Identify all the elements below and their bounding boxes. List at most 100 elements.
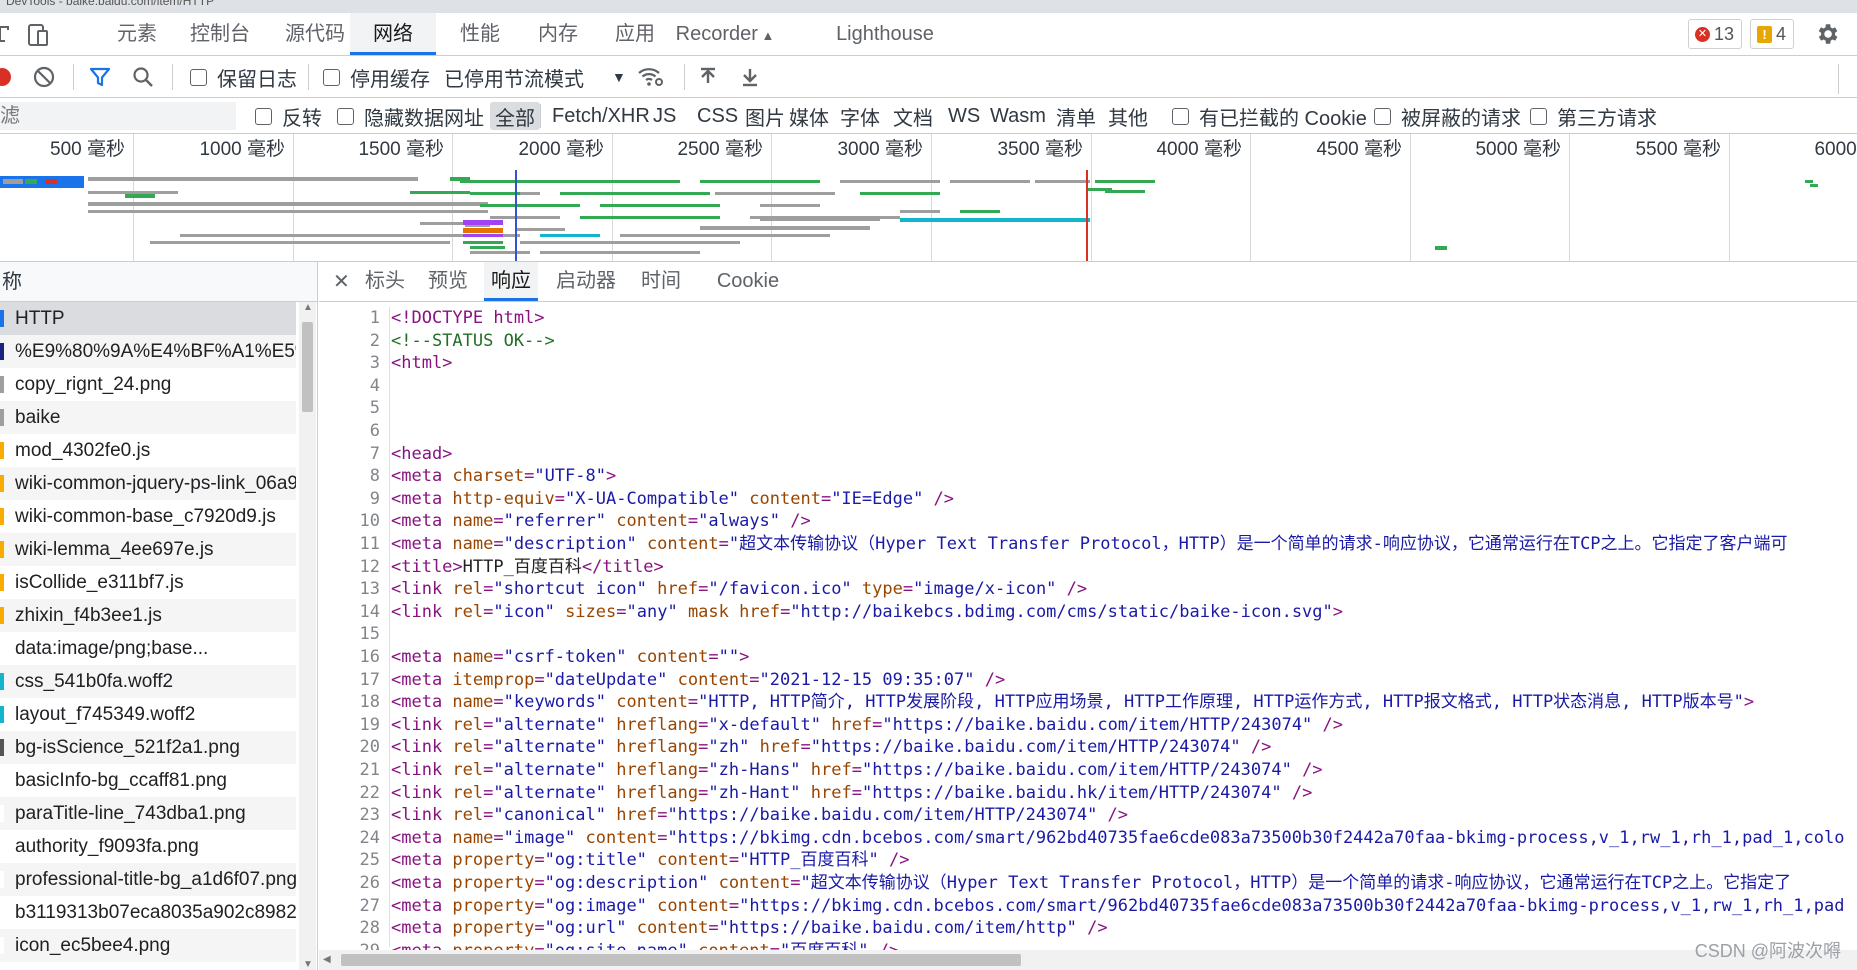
waterfall-bar: [1810, 184, 1818, 187]
type-filter-0[interactable]: 全部: [490, 102, 540, 130]
request-row[interactable]: baike: [0, 401, 296, 434]
import-har-button[interactable]: [696, 56, 720, 98]
hide-data-urls-checkbox[interactable]: 隐藏数据网址: [337, 98, 484, 134]
detail-tab[interactable]: 响应: [484, 262, 538, 301]
type-filter-2[interactable]: JS: [653, 98, 676, 134]
code-token: hreflang: [616, 782, 699, 803]
main-tab[interactable]: 元素: [100, 13, 174, 55]
request-row[interactable]: bg-isScience_521f2a1.png: [0, 731, 296, 764]
type-filter-9[interactable]: Wasm: [990, 98, 1046, 134]
type-filter-4[interactable]: 图片: [745, 98, 785, 134]
throttling-select[interactable]: 已停用节流模式 ▼: [444, 56, 626, 98]
request-row[interactable]: professional-title-bg_a1d6f07.png: [0, 863, 296, 896]
waterfall-bar: [480, 204, 580, 207]
request-row[interactable]: authority_f9093fa.png: [0, 830, 296, 863]
main-tab[interactable]: 内存: [523, 13, 593, 55]
request-row[interactable]: icon_ec5bee4.png: [0, 929, 296, 962]
type-filter-5[interactable]: 媒体: [789, 98, 829, 134]
device-toolbar-icon[interactable]: [26, 23, 50, 47]
request-row[interactable]: copy_rignt_24.png: [0, 368, 296, 401]
response-source-viewer[interactable]: 1 <!DOCTYPE html> 2 <!--STATUS OK--> 3 <html>…: [319, 307, 1857, 961]
code-token: rel: [452, 805, 484, 826]
detail-tab[interactable]: 时间: [636, 262, 686, 301]
request-list-scrollbar[interactable]: ▲ ▼: [299, 302, 316, 970]
checkbox-box[interactable]: [255, 107, 272, 125]
detail-tab[interactable]: 标头: [361, 262, 409, 301]
request-row[interactable]: data:image/png;base...: [0, 632, 296, 665]
warnings-badge[interactable]: ! 4: [1750, 19, 1795, 49]
close-detail-icon[interactable]: ✕: [333, 269, 350, 294]
request-row[interactable]: layout_f745349.woff2: [0, 698, 296, 731]
request-row[interactable]: isCollide_e311bf7.js: [0, 566, 296, 599]
main-tab[interactable]: 应用: [600, 13, 670, 55]
filter-toggle-button[interactable]: [88, 56, 112, 98]
request-row[interactable]: b3119313b07eca8035a902c89823: [0, 896, 296, 929]
detail-tab[interactable]: Cookie: [711, 262, 785, 301]
code-token: name: [452, 692, 494, 713]
blocked-cookies-checkbox[interactable]: 有已拦截的 Cookie: [1172, 98, 1367, 134]
code-token: "http://baikebcs.bdimg.com/cms/static/ba…: [790, 601, 1333, 622]
third-party-checkbox[interactable]: 第三方请求: [1530, 98, 1657, 134]
request-row[interactable]: wiki-lemma_4ee697e.js: [0, 533, 296, 566]
type-filter-7[interactable]: 文档: [893, 98, 933, 134]
code-token: =: [483, 782, 494, 803]
preserve-log-checkbox[interactable]: 保留日志: [190, 56, 297, 98]
request-row[interactable]: wiki-common-base_c7920d9.js: [0, 500, 296, 533]
type-filter-11[interactable]: 其他: [1108, 98, 1148, 134]
checkbox-box[interactable]: [1530, 107, 1547, 125]
response-horizontal-scrollbar[interactable]: ◀: [319, 950, 1857, 970]
checkbox-box[interactable]: [1172, 107, 1189, 125]
network-conditions-button[interactable]: [637, 56, 665, 98]
request-row[interactable]: HTTP: [0, 302, 296, 335]
main-tab-label: 控制台: [190, 23, 250, 45]
settings-gear-icon[interactable]: [1814, 21, 1840, 47]
blocked-requests-label: 被屏蔽的请求: [1401, 107, 1521, 130]
filter-input[interactable]: 过滤: [0, 102, 236, 130]
clear-button[interactable]: [32, 56, 56, 98]
request-row[interactable]: zhixin_f4b3ee1.js: [0, 599, 296, 632]
scroll-down-arrow-icon[interactable]: ▼: [303, 959, 313, 970]
main-tab[interactable]: 性能: [445, 13, 515, 55]
request-row[interactable]: paraTitle-line_743dba1.png: [0, 797, 296, 830]
main-tab[interactable]: 控制台: [175, 13, 265, 55]
network-overview-timeline[interactable]: 500 毫秒 1000 毫秒 1500 毫秒 2000 毫秒 2500 毫秒 3000 毫…: [0, 134, 1857, 262]
main-tab[interactable]: 源代码: [270, 13, 360, 55]
type-filter-6[interactable]: 字体: [840, 98, 880, 134]
line-content: <link rel="icon" sizes="any" mask href="…: [391, 601, 1343, 623]
scroll-left-arrow-icon[interactable]: ◀: [323, 954, 331, 965]
main-tab[interactable]: Lighthouse: [825, 13, 945, 55]
request-row[interactable]: wiki-common-jquery-ps-link_06a9: [0, 467, 296, 500]
record-button[interactable]: [0, 56, 12, 98]
main-tab[interactable]: 网络: [350, 13, 436, 55]
code-token: "alternate": [493, 760, 606, 780]
type-filter-10[interactable]: 清单: [1056, 98, 1096, 134]
scroll-up-arrow-icon[interactable]: ▲: [303, 302, 313, 313]
request-row[interactable]: mod_4302fe0.js: [0, 434, 296, 467]
main-tab[interactable]: Recorder ▲: [675, 13, 775, 55]
detail-tab[interactable]: 预览: [424, 262, 472, 301]
search-button[interactable]: [131, 56, 155, 98]
scrollbar-thumb[interactable]: [302, 322, 313, 412]
checkbox-box[interactable]: [337, 107, 354, 125]
request-row[interactable]: basicInfo-bg_ccaff81.png: [0, 764, 296, 797]
inspect-element-icon[interactable]: [0, 23, 14, 47]
type-filter-1[interactable]: Fetch/XHR: [552, 98, 650, 134]
checkbox-box[interactable]: [323, 68, 340, 86]
export-har-button[interactable]: [738, 56, 762, 98]
detail-tab[interactable]: 启动器: [549, 262, 623, 301]
name-column-header[interactable]: 名称: [0, 262, 317, 302]
request-row[interactable]: %E9%80%9A%E4%BF%A1%E5%A...: [0, 335, 296, 368]
type-filter-3[interactable]: CSS: [697, 98, 738, 134]
scrollbar-thumb[interactable]: [341, 954, 1021, 966]
checkbox-box[interactable]: [190, 68, 207, 86]
request-row[interactable]: css_541b0fa.woff2: [0, 665, 296, 698]
blocked-requests-checkbox[interactable]: 被屏蔽的请求: [1374, 98, 1521, 134]
errors-badge[interactable]: ✕ 13: [1688, 19, 1743, 49]
checkbox-box[interactable]: [1374, 107, 1391, 125]
error-count: 13: [1714, 24, 1735, 44]
waterfall-bar: [460, 180, 540, 183]
invert-checkbox[interactable]: 反转: [255, 98, 322, 134]
type-filter-8[interactable]: WS: [948, 98, 980, 134]
disable-cache-checkbox[interactable]: 停用缓存: [323, 56, 430, 98]
